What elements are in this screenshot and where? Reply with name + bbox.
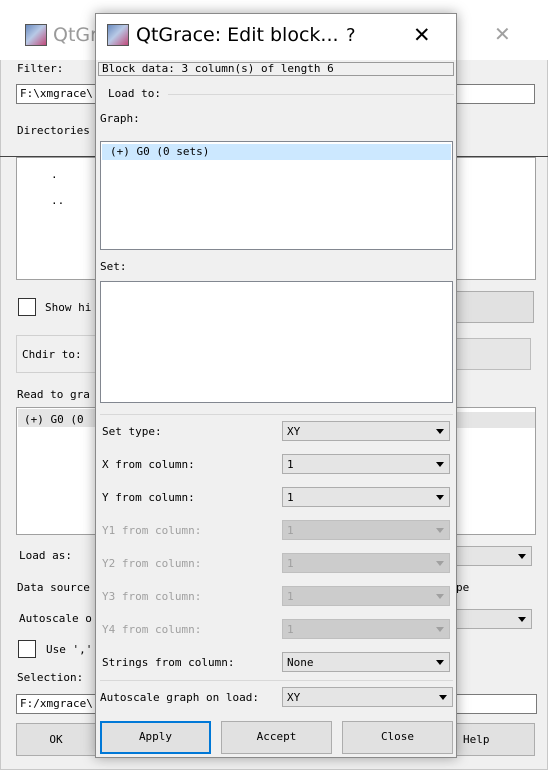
close-icon[interactable]: ✕ <box>413 23 431 47</box>
close-button[interactable]: Close <box>342 721 453 754</box>
y4-column-label: Y4 from column: <box>102 623 202 636</box>
autoscale-label: Autoscale o <box>19 612 92 625</box>
chevron-down-icon <box>436 495 444 500</box>
help-button[interactable]: Help <box>456 723 535 756</box>
chevron-down-icon <box>436 462 444 467</box>
chevron-down-icon <box>436 594 444 599</box>
autoscale-combo[interactable]: XY <box>282 687 453 707</box>
chevron-down-icon <box>439 695 447 700</box>
y1-column-value: 1 <box>287 524 294 537</box>
y-column-value: 1 <box>287 491 294 504</box>
set-label: Set: <box>100 260 127 273</box>
graph-list-item[interactable]: (+) G0 (0 sets) <box>110 145 209 158</box>
directories-list[interactable]: . .. <box>16 157 96 280</box>
y3-column-combo: 1 <box>282 586 450 606</box>
dialog-title: QtGrace: Edit block... <box>136 24 339 46</box>
set-type-value: XY <box>287 425 301 438</box>
graph-label: Graph: <box>100 112 140 125</box>
background-button[interactable] <box>456 291 534 323</box>
y2-column-combo: 1 <box>282 553 450 573</box>
fields-divider <box>100 414 453 415</box>
use-comma-label: Use ',' <box>46 643 93 656</box>
data-source-label: Data source <box>17 581 90 594</box>
y2-column-label: Y2 from column: <box>102 557 202 570</box>
files-list[interactable] <box>456 157 536 280</box>
directories-label: Directories <box>17 124 90 137</box>
set-type-combo[interactable]: XY <box>282 421 450 441</box>
load-to-label: Load to: <box>108 87 161 100</box>
filter-label: Filter: <box>17 62 64 75</box>
strings-column-label: Strings from column: <box>102 656 235 669</box>
read-to-graph-label: Read to gra <box>17 388 90 401</box>
show-hidden-label: Show hi <box>45 301 92 314</box>
ok-button[interactable]: OK <box>16 723 96 756</box>
read-graph-list-right[interactable] <box>456 407 536 535</box>
graph-list[interactable]: (+) G0 (0 sets) <box>100 141 453 250</box>
dir-item[interactable]: .. <box>51 194 64 207</box>
use-comma-checkbox[interactable] <box>18 640 36 658</box>
y1-column-label: Y1 from column: <box>102 524 202 537</box>
chevron-down-icon <box>518 617 526 622</box>
apply-button[interactable]: Apply <box>100 721 211 754</box>
read-graph-list[interactable]: (+) G0 (0 <box>16 407 96 535</box>
filter-input[interactable]: F:\xmgrace\ <box>16 84 96 104</box>
strings-column-value: None <box>287 656 314 669</box>
selection-label: Selection: <box>17 671 84 684</box>
y-column-label: Y from column: <box>102 491 195 504</box>
background-title: QtGr <box>53 24 98 46</box>
selection-input-right[interactable] <box>456 694 537 714</box>
block-info: Block data: 3 column(s) of length 6 <box>98 62 454 76</box>
chevron-down-icon <box>436 660 444 665</box>
y4-column-combo: 1 <box>282 619 450 639</box>
accept-button[interactable]: Accept <box>221 721 332 754</box>
x-column-label: X from column: <box>102 458 195 471</box>
autoscale-divider <box>100 680 453 681</box>
chevron-down-icon <box>518 554 526 559</box>
autoscale-label: Autoscale graph on load: <box>100 691 259 704</box>
autoscale-combo[interactable] <box>456 609 532 629</box>
show-hidden-checkbox[interactable] <box>18 298 36 316</box>
chdir-label: Chdir to: <box>22 348 82 361</box>
app-icon <box>25 24 47 46</box>
x-column-value: 1 <box>287 458 294 471</box>
y4-column-value: 1 <box>287 623 294 636</box>
set-type-label: Set type: <box>102 425 162 438</box>
y1-column-combo: 1 <box>282 520 450 540</box>
chevron-down-icon <box>436 627 444 632</box>
load-to-divider <box>168 94 454 95</box>
chevron-down-icon <box>436 528 444 533</box>
x-column-combo[interactable]: 1 <box>282 454 450 474</box>
graph-list-selection <box>457 412 535 428</box>
autoscale-value: XY <box>287 691 301 704</box>
load-as-label: Load as: <box>19 549 72 562</box>
set-list[interactable] <box>100 281 453 403</box>
y-column-combo[interactable]: 1 <box>282 487 450 507</box>
chevron-down-icon <box>436 429 444 434</box>
strings-column-combo[interactable]: None <box>282 652 450 672</box>
help-icon[interactable]: ? <box>346 25 356 46</box>
edit-block-dialog: QtGrace: Edit block... ? ✕ Block data: 3… <box>95 13 457 758</box>
data-source-type-label: pe <box>456 581 470 594</box>
selection-input[interactable]: F:/xmgrace\ <box>16 694 96 714</box>
dir-item[interactable]: . <box>51 168 58 181</box>
y3-column-label: Y3 from column: <box>102 590 202 603</box>
chdir-field[interactable] <box>456 338 531 370</box>
y2-column-value: 1 <box>287 557 294 570</box>
graph-list-item[interactable]: (+) G0 (0 <box>24 413 84 426</box>
load-as-combo[interactable] <box>456 546 532 566</box>
chevron-down-icon <box>436 561 444 566</box>
y3-column-value: 1 <box>287 590 294 603</box>
filter-input-right[interactable] <box>456 84 535 104</box>
app-icon <box>107 24 129 46</box>
background-close-icon[interactable]: ✕ <box>494 22 511 46</box>
